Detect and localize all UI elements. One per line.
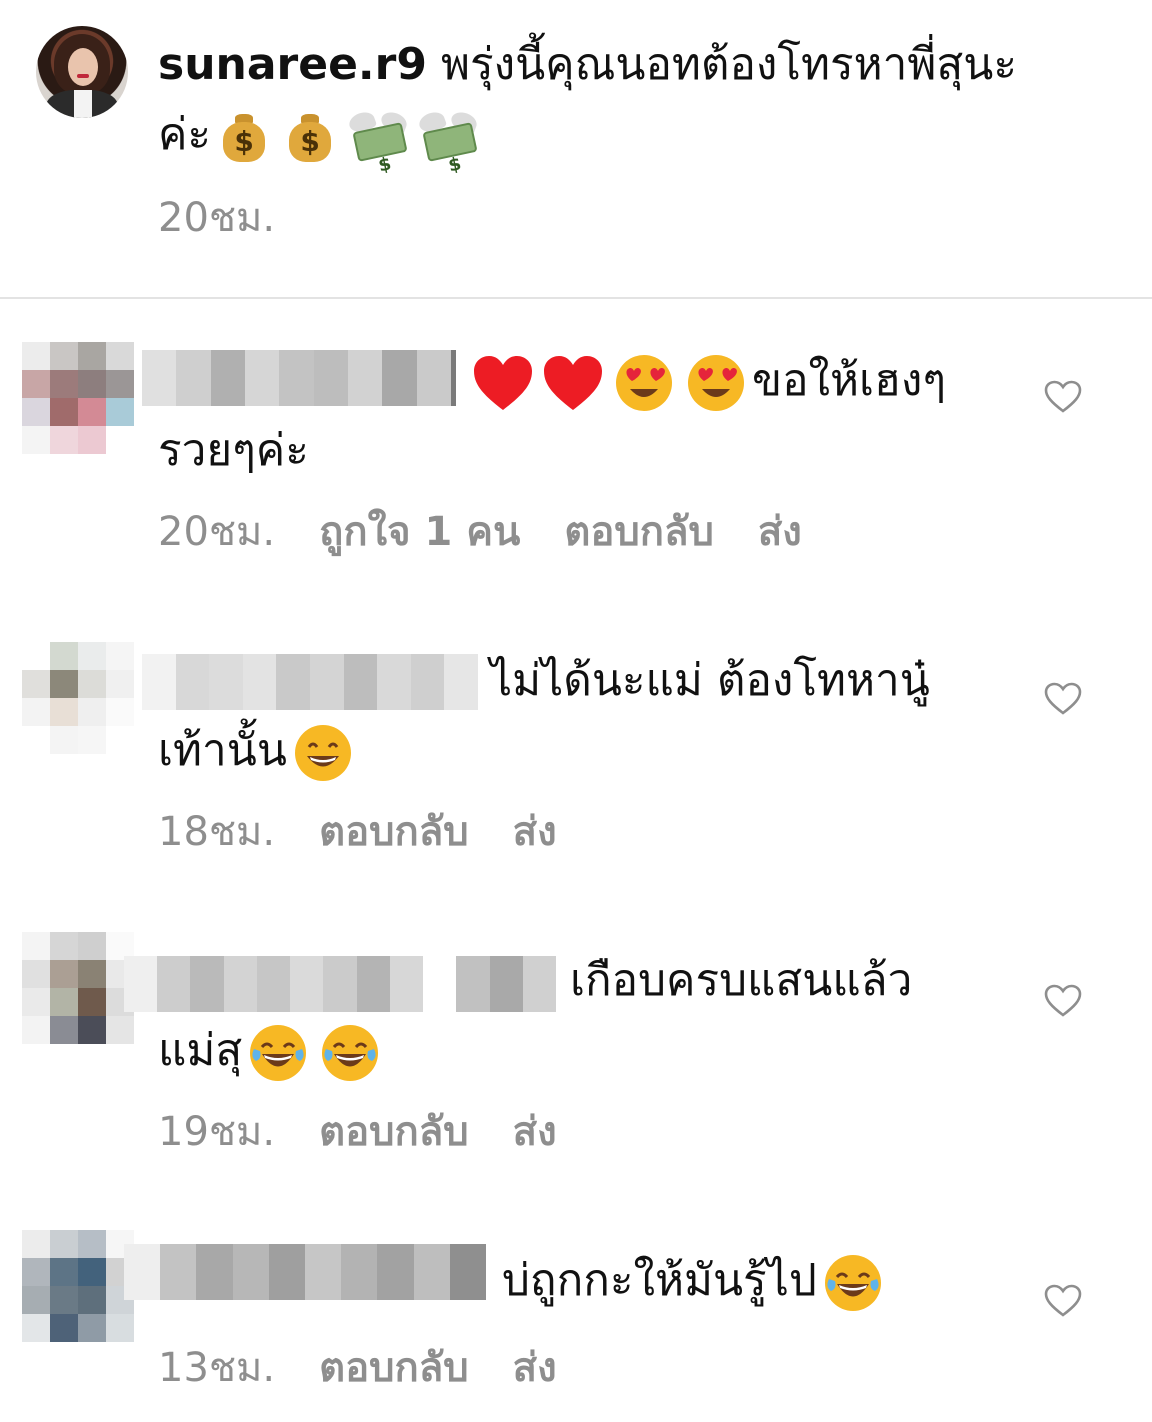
reply-button[interactable]: ตอบกลับ [564, 509, 714, 555]
comment-item: ขอให้เฮงๆ รวยๆค่ะ 20ชม. ถูกใจ 1 คน ตอบกลับ… [0, 300, 1152, 590]
comment-line1: ขอให้เฮงๆ [752, 355, 947, 406]
comment-line2: แม่สุ [158, 1025, 243, 1076]
tears-of-joy-emoji-icon [250, 1025, 307, 1081]
comment-timestamp: 13ชม. [158, 1345, 276, 1391]
like-heart-icon[interactable] [1044, 380, 1082, 414]
owner-avatar[interactable] [36, 26, 128, 118]
send-button[interactable]: ส่ง [513, 1345, 557, 1391]
divider [0, 297, 1152, 299]
send-button[interactable]: ส่ง [758, 509, 802, 555]
comment-line2: เท้านั้น [158, 725, 287, 776]
money-with-wings-emoji-icon: $ [346, 109, 410, 177]
send-button[interactable]: ส่ง [513, 1109, 557, 1155]
comment-item: บ่ถูกกะให้มันรู้ไป 13ชม. ตอบกลับ ส่ง [0, 1200, 1152, 1422]
caption-text: sunaree.r9 พรุ่งนี้คุณนอทต้องโทรหาพี่สุน… [158, 30, 1118, 177]
comment-text: บ่ถูกกะให้มันรู้ไป [158, 1246, 1008, 1316]
comment-line1: ไม่ได้นะแม่ ต้องโทหานู๋ [490, 655, 930, 706]
likes-count-link[interactable]: ถูกใจ 1 คน [319, 509, 520, 555]
comment-meta: 18ชม. ตอบกลับ ส่ง [158, 806, 601, 858]
red-heart-emoji-icon [544, 356, 602, 410]
red-heart-emoji-icon [474, 356, 532, 410]
heart-eyes-emoji-icon [688, 355, 744, 411]
like-heart-icon[interactable] [1044, 984, 1082, 1018]
commenter-avatar-blurred[interactable] [22, 642, 134, 754]
money-bag-emoji-icon: $ [221, 112, 267, 162]
comment-text: ขอให้เฮงๆ รวยๆค่ะ [158, 346, 1008, 486]
comment-item: ไม่ได้นะแม่ ต้องโทหานู๋ เท้านั้น 18ชม. ตอ… [0, 600, 1152, 890]
commenter-avatar-blurred[interactable] [22, 1230, 134, 1342]
comment-meta: 13ชม. ตอบกลับ ส่ง [158, 1342, 601, 1394]
tears-of-joy-emoji-icon [824, 1255, 881, 1311]
caption-line1: พรุ่งนี้คุณนอทต้องโทรหาพี่สุนะ [440, 39, 1017, 90]
reply-button[interactable]: ตอบกลับ [319, 809, 469, 855]
comment-text: เกือบครบแสนแล้ว แม่สุ [158, 946, 1008, 1086]
reply-button[interactable]: ตอบกลับ [319, 1345, 469, 1391]
commenter-avatar-blurred[interactable] [22, 932, 134, 1044]
owner-username[interactable]: sunaree.r9 [158, 39, 427, 90]
reply-button[interactable]: ตอบกลับ [319, 1109, 469, 1155]
caption-timestamp: 20ชม. [158, 195, 276, 241]
comment-timestamp: 20ชม. [158, 509, 276, 555]
comment-meta: 19ชม. ตอบกลับ ส่ง [158, 1106, 601, 1158]
caption-line2: ค่ะ [158, 109, 212, 160]
comment-item: เกือบครบแสนแล้ว แม่สุ 19ชม. ตอบกลับ ส่ง [0, 900, 1152, 1190]
money-bag-emoji-icon: $ [287, 112, 333, 162]
comment-meta: 20ชม. ถูกใจ 1 คน ตอบกลับ ส่ง [158, 506, 846, 558]
heart-eyes-emoji-icon [616, 355, 672, 411]
comment-timestamp: 19ชม. [158, 1109, 276, 1155]
comment-line1: เกือบครบแสนแล้ว [570, 955, 913, 1006]
like-heart-icon[interactable] [1044, 682, 1082, 716]
grinning-face-emoji-icon [294, 725, 351, 781]
comment-line1: บ่ถูกกะให้มันรู้ไป [502, 1255, 817, 1306]
post-caption: sunaree.r9 พรุ่งนี้คุณนอทต้องโทรหาพี่สุน… [0, 0, 1152, 298]
tears-of-joy-emoji-icon [322, 1025, 379, 1081]
commenter-avatar-blurred[interactable] [22, 342, 134, 454]
money-with-wings-emoji-icon: $ [416, 109, 480, 177]
comment-line2: รวยๆค่ะ [158, 425, 309, 476]
send-button[interactable]: ส่ง [513, 809, 557, 855]
comment-timestamp: 18ชม. [158, 809, 276, 855]
like-heart-icon[interactable] [1044, 1284, 1082, 1318]
comment-text: ไม่ได้นะแม่ ต้องโทหานู๋ เท้านั้น [158, 646, 1008, 786]
